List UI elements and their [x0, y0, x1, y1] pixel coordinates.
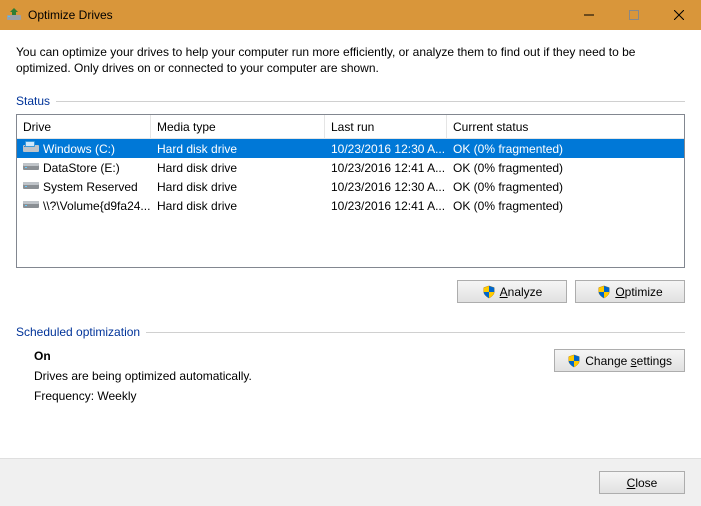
description-text: You can optimize your drives to help you…: [16, 44, 685, 76]
column-current-status[interactable]: Current status: [447, 115, 684, 138]
shield-icon: [567, 354, 581, 368]
shield-icon: [482, 285, 496, 299]
current-status: OK (0% fragmented): [447, 161, 684, 175]
media-type: Hard disk drive: [151, 199, 325, 213]
window-title: Optimize Drives: [28, 8, 566, 22]
schedule-line2: Frequency: Weekly: [34, 389, 252, 403]
optimize-button[interactable]: Optimize: [575, 280, 685, 303]
table-row[interactable]: Windows (C:) Hard disk drive10/23/2016 12…: [17, 139, 684, 158]
change-settings-label: Change settings: [585, 354, 672, 368]
drives-grid[interactable]: Drive Media type Last run Current status…: [16, 114, 685, 268]
drive-name: System Reserved: [43, 180, 138, 194]
schedule-label: Scheduled optimization: [16, 325, 140, 339]
column-last-run[interactable]: Last run: [325, 115, 447, 138]
drive-icon: [23, 141, 39, 156]
schedule-line1: Drives are being optimized automatically…: [34, 369, 252, 383]
drive-icon: [23, 198, 39, 213]
close-button[interactable]: Close: [599, 471, 685, 494]
grid-header[interactable]: Drive Media type Last run Current status: [17, 115, 684, 139]
drive-icon: [23, 160, 39, 175]
current-status: OK (0% fragmented): [447, 199, 684, 213]
app-icon: [6, 7, 22, 23]
titlebar[interactable]: Optimize Drives: [0, 0, 701, 30]
maximize-button[interactable]: [611, 0, 656, 30]
analyze-label: Analyze: [500, 285, 543, 299]
minimize-button[interactable]: [566, 0, 611, 30]
column-drive[interactable]: Drive: [17, 115, 151, 138]
media-type: Hard disk drive: [151, 161, 325, 175]
last-run: 10/23/2016 12:41 A...: [325, 161, 447, 175]
change-settings-button[interactable]: Change settings: [554, 349, 685, 372]
drive-icon: [23, 179, 39, 194]
close-window-button[interactable]: [656, 0, 701, 30]
status-header: Status: [16, 94, 685, 108]
column-media-type[interactable]: Media type: [151, 115, 325, 138]
media-type: Hard disk drive: [151, 142, 325, 156]
close-label: Close: [627, 476, 658, 490]
schedule-state: On: [34, 349, 252, 363]
last-run: 10/23/2016 12:41 A...: [325, 199, 447, 213]
current-status: OK (0% fragmented): [447, 142, 684, 156]
table-row[interactable]: DataStore (E:) Hard disk drive10/23/2016 …: [17, 158, 684, 177]
window-controls: [566, 0, 701, 30]
schedule-header: Scheduled optimization: [16, 325, 685, 339]
last-run: 10/23/2016 12:30 A...: [325, 142, 447, 156]
drive-name: Windows (C:): [43, 142, 115, 156]
last-run: 10/23/2016 12:30 A...: [325, 180, 447, 194]
media-type: Hard disk drive: [151, 180, 325, 194]
table-row[interactable]: System Reserved Hard disk drive10/23/2016…: [17, 177, 684, 196]
current-status: OK (0% fragmented): [447, 180, 684, 194]
analyze-button[interactable]: Analyze: [457, 280, 567, 303]
drive-name: DataStore (E:): [43, 161, 120, 175]
drive-name: \\?\Volume{d9fa24...: [43, 199, 150, 213]
footer: Close: [0, 458, 701, 506]
table-row[interactable]: \\?\Volume{d9fa24...Hard disk drive10/23…: [17, 196, 684, 215]
shield-icon: [597, 285, 611, 299]
optimize-label: Optimize: [615, 285, 662, 299]
status-label: Status: [16, 94, 50, 108]
